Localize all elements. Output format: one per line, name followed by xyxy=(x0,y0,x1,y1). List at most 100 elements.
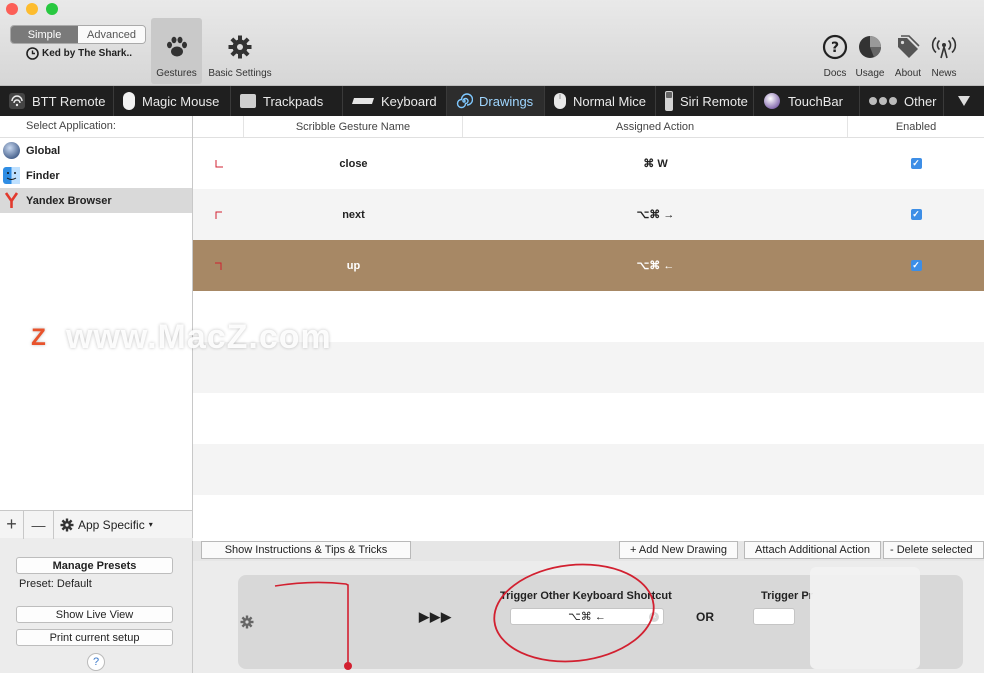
show-live-view-button[interactable]: Show Live View xyxy=(16,606,173,623)
tab-normal-mice[interactable]: Normal Mice xyxy=(545,86,656,116)
enabled-checkbox[interactable]: ✓ xyxy=(848,209,984,220)
help-button[interactable]: ? xyxy=(87,653,105,671)
gestures-label: Gestures xyxy=(156,68,197,79)
table-row xyxy=(193,444,984,495)
watermark-text: www.MacZ.com xyxy=(66,318,332,356)
magic-mouse-icon xyxy=(122,91,136,111)
user-name: Ked by The Shark.. xyxy=(42,48,133,59)
watermark: Z www.MacZ.com xyxy=(22,318,332,357)
remove-app-button[interactable]: — xyxy=(24,510,54,539)
annotation-circle xyxy=(493,563,655,663)
sidebar-footer: + — App Specific ▾ xyxy=(0,510,193,539)
tab-label: BTT Remote xyxy=(32,93,106,109)
siri-remote-icon xyxy=(664,90,674,112)
broadcast-icon xyxy=(931,36,957,59)
question-circle-icon: ? xyxy=(822,34,848,60)
zoom-window-icon[interactable] xyxy=(46,3,58,15)
sidebar-item-label: Finder xyxy=(26,169,60,182)
column-gesture-name[interactable]: Scribble Gesture Name xyxy=(244,116,463,137)
table-row[interactable]: close ⌘ W ✓ xyxy=(193,138,984,189)
usage-button[interactable]: Usage xyxy=(854,18,886,84)
gesture-name: up xyxy=(346,259,361,272)
column-assigned-action[interactable]: Assigned Action xyxy=(463,116,848,137)
assigned-action: ⌘ W xyxy=(643,158,668,170)
trigger-predefined-label: Trigger Pr xyxy=(761,590,813,602)
usage-label: Usage xyxy=(855,68,885,79)
svg-text:?: ? xyxy=(831,40,839,56)
mode-segmented-control: Simple Advanced xyxy=(10,25,146,44)
enabled-checkbox[interactable]: ✓ xyxy=(848,260,984,271)
basic-settings-button[interactable]: Basic Settings xyxy=(206,18,274,84)
touchbar-icon xyxy=(762,91,782,111)
about-label: About xyxy=(894,68,922,79)
tab-drawings[interactable]: Drawings xyxy=(447,86,545,116)
app-specific-label: App Specific xyxy=(78,517,145,532)
add-app-button[interactable]: + xyxy=(0,510,24,539)
mode-simple-button[interactable]: Simple xyxy=(11,26,78,43)
gestures-button[interactable]: Gestures xyxy=(151,18,202,84)
tab-label: Trackpads xyxy=(263,93,324,109)
gesture-name: next xyxy=(342,208,365,221)
gesture-drawing-preview xyxy=(274,581,352,670)
gesture-name: close xyxy=(339,157,368,170)
trackpad-icon xyxy=(239,93,257,109)
minimize-window-icon[interactable] xyxy=(26,3,38,15)
assigned-action: ⌥⌘ → xyxy=(636,209,675,221)
checkmark-icon: ✓ xyxy=(910,209,922,220)
tab-overflow-button[interactable] xyxy=(944,86,984,116)
news-label: News xyxy=(931,68,957,79)
tab-magic-mouse[interactable]: Magic Mouse xyxy=(114,86,231,116)
preset-label: Preset: Default xyxy=(19,578,92,590)
sidebar-item-label: Yandex Browser xyxy=(26,194,112,207)
app-specific-dropdown[interactable]: App Specific ▾ xyxy=(54,518,153,532)
tab-trackpads[interactable]: Trackpads xyxy=(231,86,343,116)
tab-label: Siri Remote xyxy=(680,93,748,109)
gesture-preview xyxy=(193,259,244,273)
clock-icon xyxy=(26,47,39,60)
tab-label: Normal Mice xyxy=(573,93,646,109)
news-button[interactable]: News xyxy=(928,18,960,84)
sidebar-item-finder[interactable]: Finder xyxy=(0,163,192,188)
gear-icon[interactable] xyxy=(240,615,254,629)
tab-other[interactable]: Other xyxy=(860,86,944,116)
presets-panel: Manage Presets Preset: Default Show Live… xyxy=(0,541,193,673)
docs-label: Docs xyxy=(823,68,847,79)
show-instructions-button[interactable]: Show Instructions & Tips & Tricks xyxy=(201,541,411,559)
toolbar: Simple Advanced Ked by The Shark.. Gestu… xyxy=(0,0,984,86)
or-label: OR xyxy=(696,610,714,624)
docs-button[interactable]: ? Docs xyxy=(820,18,850,84)
attach-additional-action-button[interactable]: Attach Additional Action xyxy=(744,541,881,559)
tab-label: Other xyxy=(904,93,937,109)
basic-settings-label: Basic Settings xyxy=(208,68,272,79)
blur-overlay xyxy=(810,567,920,669)
tab-touchbar[interactable]: TouchBar xyxy=(754,86,860,116)
column-enabled[interactable]: Enabled xyxy=(848,116,984,137)
globe-icon xyxy=(3,142,20,159)
arrows-label: ▶▶▶ xyxy=(419,609,452,624)
tab-keyboard[interactable]: Keyboard xyxy=(343,86,447,116)
close-window-icon[interactable] xyxy=(6,3,18,15)
mode-advanced-button[interactable]: Advanced xyxy=(78,26,145,43)
finder-icon xyxy=(3,167,20,184)
sidebar-item-yandex-browser[interactable]: Yandex Browser xyxy=(0,188,192,213)
delete-selected-button[interactable]: - Delete selected xyxy=(883,541,984,559)
tab-label: Drawings xyxy=(479,93,534,109)
print-setup-button[interactable]: Print current setup xyxy=(16,629,173,646)
sidebar-item-label: Global xyxy=(26,144,61,157)
table-row[interactable]: up ⌥⌘ ← ✓ xyxy=(193,240,984,291)
column-preview xyxy=(193,116,244,137)
tab-btt-remote[interactable]: BTT Remote xyxy=(0,86,114,116)
wifi-remote-icon xyxy=(8,92,26,110)
spiral-drawing-icon xyxy=(455,92,473,110)
sidebar-item-global[interactable]: Global xyxy=(0,138,192,163)
add-new-drawing-button[interactable]: + Add New Drawing xyxy=(619,541,738,559)
about-button[interactable]: About xyxy=(892,18,924,84)
tab-siri-remote[interactable]: Siri Remote xyxy=(656,86,754,116)
gear-icon xyxy=(60,518,74,531)
table-row[interactable]: next ⌥⌘ → ✓ xyxy=(193,189,984,240)
enabled-checkbox[interactable]: ✓ xyxy=(848,158,984,169)
pie-chart-icon xyxy=(859,36,881,58)
manage-presets-button[interactable]: Manage Presets xyxy=(16,557,173,574)
more-dots-icon xyxy=(868,96,898,106)
predefined-action-dropdown[interactable] xyxy=(753,608,795,625)
